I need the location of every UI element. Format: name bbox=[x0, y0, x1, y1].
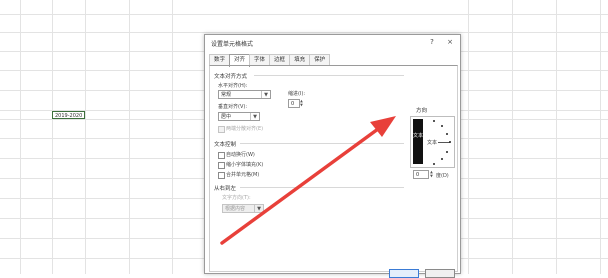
shrink-to-fit-checkbox[interactable] bbox=[218, 162, 225, 169]
close-icon[interactable]: × bbox=[445, 38, 455, 46]
grid-column-line bbox=[512, 0, 513, 274]
merge-cells-checkbox[interactable] bbox=[218, 172, 225, 179]
text-control-heading: 文本控制 bbox=[214, 142, 237, 148]
vertical-align-select[interactable]: 居中 ▼ bbox=[218, 112, 260, 121]
degrees-value: 0 bbox=[416, 172, 420, 178]
shrink-to-fit-label: 缩小字体填充(K) bbox=[226, 162, 264, 168]
grid-column-line bbox=[85, 0, 86, 274]
chevron-down-icon: ▼ bbox=[261, 91, 270, 98]
degrees-label: 度(D) bbox=[436, 173, 449, 179]
text-direction-label: 文字方向(T): bbox=[222, 195, 251, 201]
orientation-dot bbox=[449, 141, 451, 143]
justify-distributed-checkbox[interactable] bbox=[218, 126, 225, 133]
section-divider bbox=[240, 187, 404, 188]
wrap-text-checkbox[interactable] bbox=[218, 152, 225, 159]
horizontal-align-label: 水平对齐(H): bbox=[218, 83, 248, 89]
orientation-dot bbox=[441, 125, 443, 127]
orientation-dot bbox=[446, 133, 448, 135]
grid-column-line bbox=[468, 0, 469, 274]
wrap-text-label: 自动换行(W) bbox=[226, 152, 255, 158]
degrees-input[interactable]: 0 bbox=[413, 170, 429, 179]
selected-cell[interactable]: 2019-2020 bbox=[52, 111, 85, 119]
degrees-spinner[interactable]: ▲ ▼ bbox=[429, 170, 434, 179]
horizontal-align-value: 常规 bbox=[221, 92, 232, 98]
grid-column-line bbox=[556, 0, 557, 274]
rtl-heading: 从右到左 bbox=[214, 186, 237, 192]
spin-down-icon[interactable]: ▼ bbox=[299, 103, 304, 107]
vertical-align-value: 居中 bbox=[221, 114, 232, 120]
orientation-control[interactable]: 文本 文本 bbox=[410, 116, 455, 168]
text-direction-value: 根据内容 bbox=[225, 206, 246, 212]
dialog-tabs: 数字 对齐 字体 边框 填充 保护 bbox=[209, 54, 331, 67]
indent-value: 0 bbox=[291, 101, 295, 107]
orientation-dot bbox=[446, 151, 448, 153]
grid-column-line bbox=[172, 0, 173, 274]
orientation-dot bbox=[433, 120, 435, 122]
text-alignment-heading: 文本对齐方式 bbox=[214, 74, 248, 80]
grid-row-line bbox=[0, 14, 608, 15]
chevron-down-icon: ▼ bbox=[254, 205, 263, 212]
orientation-dot bbox=[441, 158, 443, 160]
dialog-title: 设置单元格格式 bbox=[211, 41, 254, 48]
vertical-text-option[interactable]: 文本 bbox=[413, 119, 423, 164]
format-cells-dialog: 设置单元格格式 ? × 数字 对齐 字体 边框 填充 保护 文本对齐方式 水平对… bbox=[204, 34, 461, 278]
text-direction-select[interactable]: 根据内容 ▼ bbox=[222, 204, 264, 213]
justify-distributed-label: 两端分散对齐(E) bbox=[226, 126, 264, 132]
orientation-text-label: 文本 bbox=[427, 140, 438, 146]
vertical-align-label: 垂直对齐(V): bbox=[218, 104, 248, 110]
section-divider bbox=[254, 75, 404, 76]
orientation-heading: 方向 bbox=[416, 108, 428, 114]
orientation-dot bbox=[433, 163, 435, 165]
indent-spinner[interactable]: ▲ ▼ bbox=[299, 99, 304, 108]
help-icon[interactable]: ? bbox=[427, 38, 437, 46]
dialog-titlebar: 设置单元格格式 ? × bbox=[205, 35, 460, 51]
vertical-text-label: 文本 bbox=[413, 133, 424, 139]
chevron-down-icon: ▼ bbox=[250, 113, 259, 120]
grid-column-line bbox=[600, 0, 601, 274]
section-divider bbox=[240, 143, 404, 144]
grid-column-line bbox=[20, 0, 21, 274]
grid-column-line bbox=[52, 0, 53, 274]
alignment-panel: 文本对齐方式 水平对齐(H): 常规 ▼ 缩进(I): 垂直对齐(V): 0 ▲… bbox=[209, 65, 458, 272]
indent-label: 缩进(I): bbox=[288, 91, 306, 97]
grid-row-line bbox=[0, 32, 608, 33]
grid-column-line bbox=[129, 0, 130, 274]
horizontal-align-select[interactable]: 常规 ▼ bbox=[218, 90, 271, 99]
spin-down-icon[interactable]: ▼ bbox=[429, 174, 434, 178]
merge-cells-label: 合并单元格(M) bbox=[226, 172, 260, 178]
